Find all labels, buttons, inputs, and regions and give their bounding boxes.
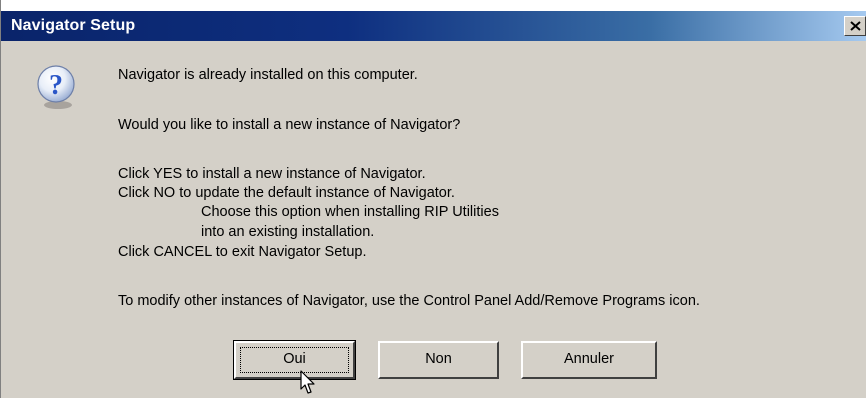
message-line: Click CANCEL to exit Navigator Setup. <box>118 244 367 260</box>
desktop-strip <box>1 0 866 11</box>
message-line: Click NO to update the default instance … <box>118 185 455 201</box>
message-line: Click YES to install a new instance of N… <box>118 166 426 182</box>
title-bar[interactable]: Navigator Setup <box>1 11 866 41</box>
question-icon: ? <box>37 65 75 109</box>
svg-text:?: ? <box>49 70 63 101</box>
focus-rectangle <box>240 347 349 373</box>
no-button[interactable]: Non <box>378 341 499 379</box>
message-dialog: Navigator Setup ? Navigator is already i… <box>0 0 866 398</box>
close-button[interactable] <box>844 16 866 36</box>
close-icon <box>850 21 861 31</box>
message-line: To modify other instances of Navigator, … <box>118 293 700 309</box>
yes-button[interactable]: Oui <box>233 340 356 380</box>
message-line: Would you like to install a new instance… <box>118 117 461 133</box>
message-line: into an existing installation. <box>201 224 375 240</box>
cancel-button-label: Annuler <box>564 351 614 367</box>
window-title: Navigator Setup <box>11 17 136 34</box>
no-button-label: Non <box>425 351 452 367</box>
message-line: Navigator is already installed on this c… <box>118 67 418 83</box>
message-line: Choose this option when installing RIP U… <box>201 204 499 220</box>
cancel-button[interactable]: Annuler <box>521 341 657 379</box>
mouse-cursor-icon <box>300 370 315 394</box>
